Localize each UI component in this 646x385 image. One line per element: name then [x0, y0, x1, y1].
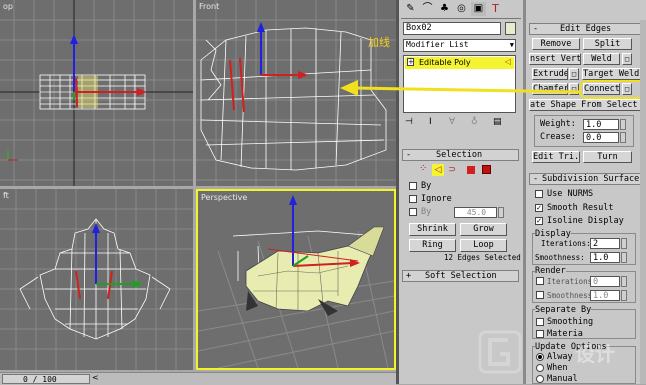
watermark-text: 设计 — [575, 342, 615, 366]
annotation-arrow — [340, 80, 581, 96]
arrow-head-icon — [340, 80, 358, 96]
watermark-logo — [478, 330, 522, 374]
